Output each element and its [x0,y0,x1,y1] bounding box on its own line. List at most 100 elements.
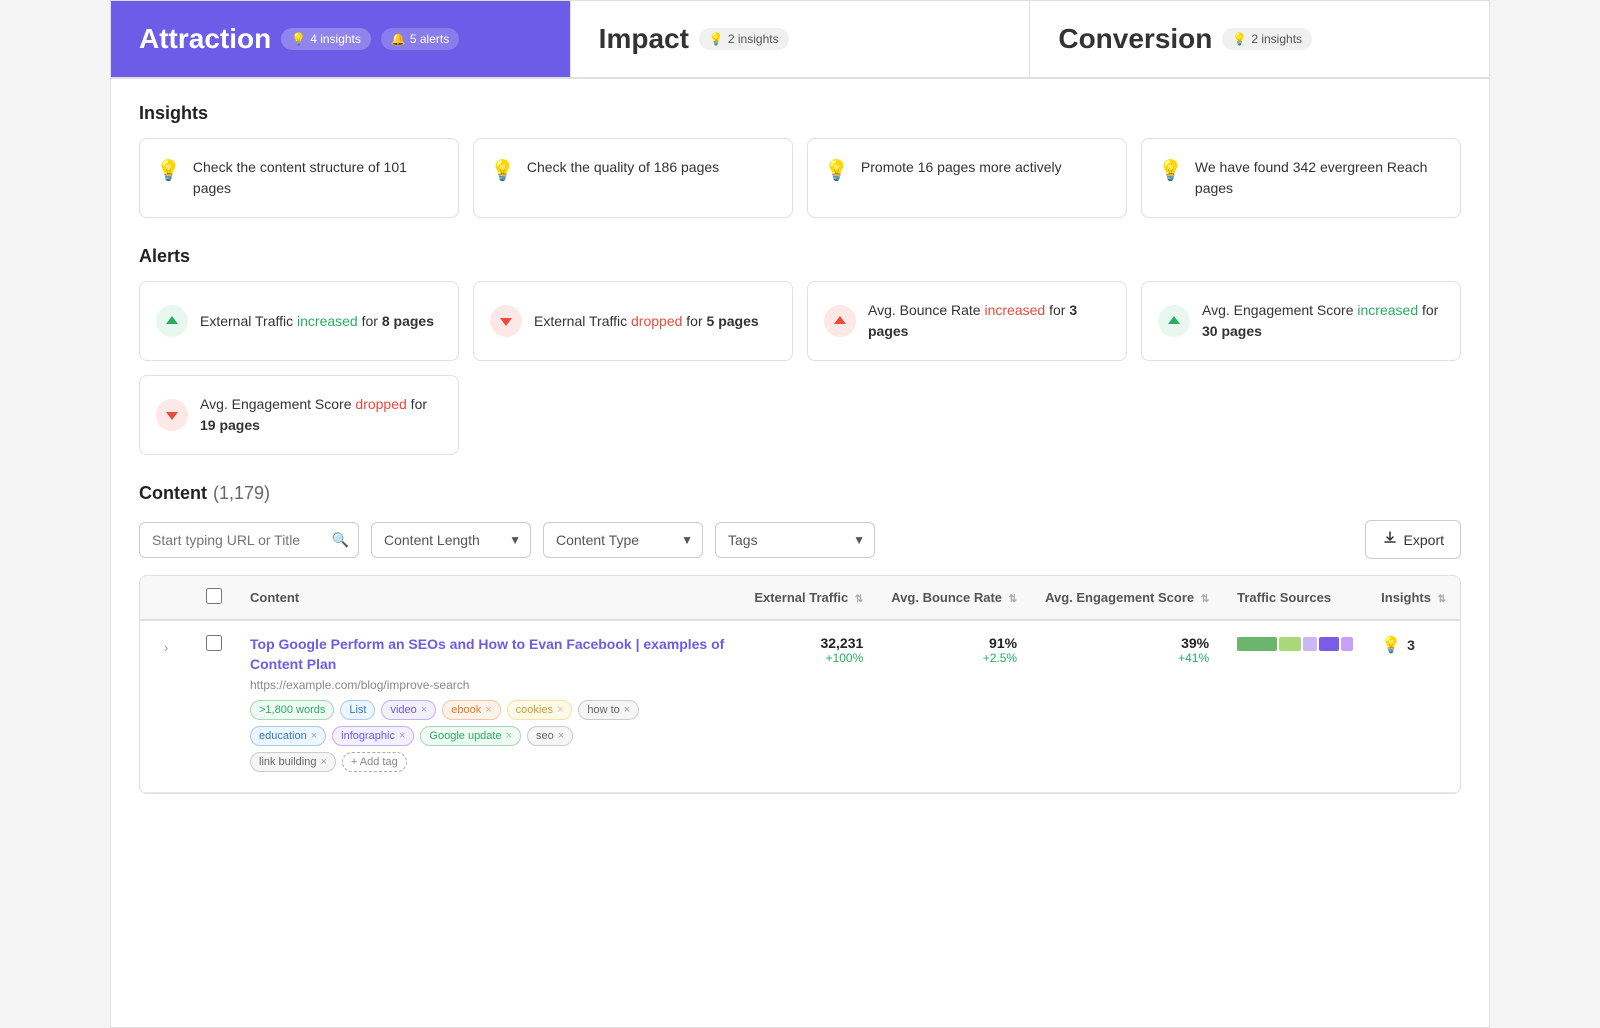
sort-icon-insights: ⇅ [1438,594,1446,605]
alert-highlight-0: increased [297,313,358,329]
tag-1800-words[interactable]: >1,800 words [250,700,334,720]
tag-howto[interactable]: how to × [578,700,639,720]
insight-card-0[interactable]: 💡 Check the content structure of 101 pag… [139,138,459,218]
alert-bold-3: 30 pages [1202,323,1262,339]
content-table: Content External Traffic ⇅ Avg. Bounce R… [140,576,1460,793]
col-traffic-sources: Traffic Sources [1223,576,1367,620]
sort-icon-bounce: ⇅ [1009,594,1017,605]
content-type-select[interactable]: Content Type [543,522,703,558]
row-bounce-value: 91% [891,635,1017,651]
row-expand-button[interactable]: › [154,635,178,659]
app-container: Attraction 💡 4 insights 🔔 5 alerts Impac… [110,0,1490,1028]
content-section-title: Content [139,483,207,504]
row-engagement-cell: 39% +41% [1031,620,1223,793]
content-length-select[interactable]: Content Length [371,522,531,558]
main-content: Insights 💡 Check the content structure o… [111,79,1489,818]
tag-ebook[interactable]: ebook × [442,700,500,720]
row-bounce-cell: 91% +2.5% [877,620,1031,793]
insight-card-text-0: Check the content structure of 101 pages [193,157,442,199]
sort-icon-traffic: ⇅ [855,594,863,605]
alert-card-0[interactable]: External Traffic increased for 8 pages [139,281,459,361]
bar-seg-1 [1237,637,1277,651]
tag-list[interactable]: List [340,700,375,720]
tag-seo-close[interactable]: × [558,730,564,742]
row-checkbox[interactable] [206,635,222,651]
alert-text-4: Avg. Engagement Score dropped for 19 pag… [200,394,442,436]
content-section-count: (1,179) [213,483,270,504]
tab-conversion-insights-badge: 💡 2 insights [1222,28,1312,50]
tab-conversion[interactable]: Conversion 💡 2 insights [1030,1,1489,77]
tag-howto-close[interactable]: × [624,704,630,716]
alert-bold-4: 19 pages [200,417,260,433]
tags-row: >1,800 words List video × ebook × cookie… [250,700,726,720]
tag-link-building[interactable]: link building × [250,752,336,772]
content-type-select-wrap: Content Type ▼ [543,522,703,558]
col-external-traffic[interactable]: External Traffic ⇅ [740,576,877,620]
alert-up-green-icon-3 [1158,305,1190,337]
add-tag-button[interactable]: + Add tag [342,752,407,772]
insight-card-text-2: Promote 16 pages more actively [861,157,1062,178]
page-title-link[interactable]: Top Google Perform an SEOs and How to Ev… [250,635,726,674]
tab-impact[interactable]: Impact 💡 2 insights [571,1,1031,77]
search-input[interactable] [139,522,359,558]
alert-down-red-icon-1 [490,305,522,337]
insight-bulb-icon-1: 💡 [490,158,515,183]
row-expand-cell: › [140,620,192,793]
alert-card-1[interactable]: External Traffic dropped for 5 pages [473,281,793,361]
export-button[interactable]: Export [1365,520,1461,559]
tag-video-close[interactable]: × [421,704,427,716]
bulb-icon: 💡 [709,32,724,46]
select-all-checkbox[interactable] [206,588,222,604]
tab-attraction-alerts-badge: 🔔 5 alerts [381,28,459,50]
row-insight-bulb-icon: 💡 [1381,635,1401,655]
alert-highlight-2: increased [984,302,1045,318]
table-header: Content External Traffic ⇅ Avg. Bounce R… [140,576,1460,620]
search-wrap: 🔍 [139,522,359,558]
alert-card-4[interactable]: Avg. Engagement Score dropped for 19 pag… [139,375,459,455]
export-button-label: Export [1404,532,1444,548]
tag-education[interactable]: education × [250,726,326,746]
col-bounce-rate[interactable]: Avg. Bounce Rate ⇅ [877,576,1031,620]
tag-google-update[interactable]: Google update × [420,726,521,746]
alert-highlight-3: increased [1357,302,1418,318]
sort-icon-engagement: ⇅ [1201,594,1209,605]
tag-ebook-close[interactable]: × [485,704,491,716]
tag-link-building-close[interactable]: × [320,756,326,768]
alert-up-red-icon-2 [824,305,856,337]
tag-seo[interactable]: seo × [527,726,573,746]
insight-card-text-1: Check the quality of 186 pages [527,157,719,178]
tag-infographic[interactable]: infographic × [332,726,414,746]
bar-seg-5 [1341,637,1353,651]
bar-seg-4 [1319,637,1339,651]
col-checkbox [192,576,236,620]
insight-bulb-icon-0: 💡 [156,158,181,183]
col-insights[interactable]: Insights ⇅ [1367,576,1460,620]
col-bounce-rate-label: Avg. Bounce Rate [891,590,1002,605]
insight-card-3[interactable]: 💡 We have found 342 evergreen Reach page… [1141,138,1461,218]
tabs-bar: Attraction 💡 4 insights 🔔 5 alerts Impac… [111,1,1489,79]
alert-card-2[interactable]: Avg. Bounce Rate increased for 3 pages [807,281,1127,361]
alert-highlight-1: dropped [631,313,682,329]
col-engagement-label: Avg. Engagement Score [1045,590,1194,605]
tag-education-close[interactable]: × [311,730,317,742]
insight-card-2[interactable]: 💡 Promote 16 pages more actively [807,138,1127,218]
bar-seg-2 [1279,637,1301,651]
insights-section-title: Insights [139,103,1461,124]
tag-cookies[interactable]: cookies × [507,700,573,720]
alert-card-3[interactable]: Avg. Engagement Score increased for 30 p… [1141,281,1461,361]
tag-video[interactable]: video × [381,700,436,720]
content-section-header: Content (1,179) [139,483,1461,504]
tag-google-update-close[interactable]: × [506,730,512,742]
insight-card-1[interactable]: 💡 Check the quality of 186 pages [473,138,793,218]
tags-select[interactable]: Tags [715,522,875,558]
alerts-row1-grid: External Traffic increased for 8 pages E… [139,281,1461,361]
tag-infographic-close[interactable]: × [399,730,405,742]
col-traffic-sources-label: Traffic Sources [1237,590,1331,605]
alert-bold-0: 8 pages [382,313,434,329]
insight-bulb-icon-3: 💡 [1158,158,1183,183]
insight-bulb-icon-2: 💡 [824,158,849,183]
tab-attraction[interactable]: Attraction 💡 4 insights 🔔 5 alerts [111,1,571,77]
traffic-sources-bar [1237,635,1353,653]
col-engagement-score[interactable]: Avg. Engagement Score ⇅ [1031,576,1223,620]
tag-cookies-close[interactable]: × [557,704,563,716]
